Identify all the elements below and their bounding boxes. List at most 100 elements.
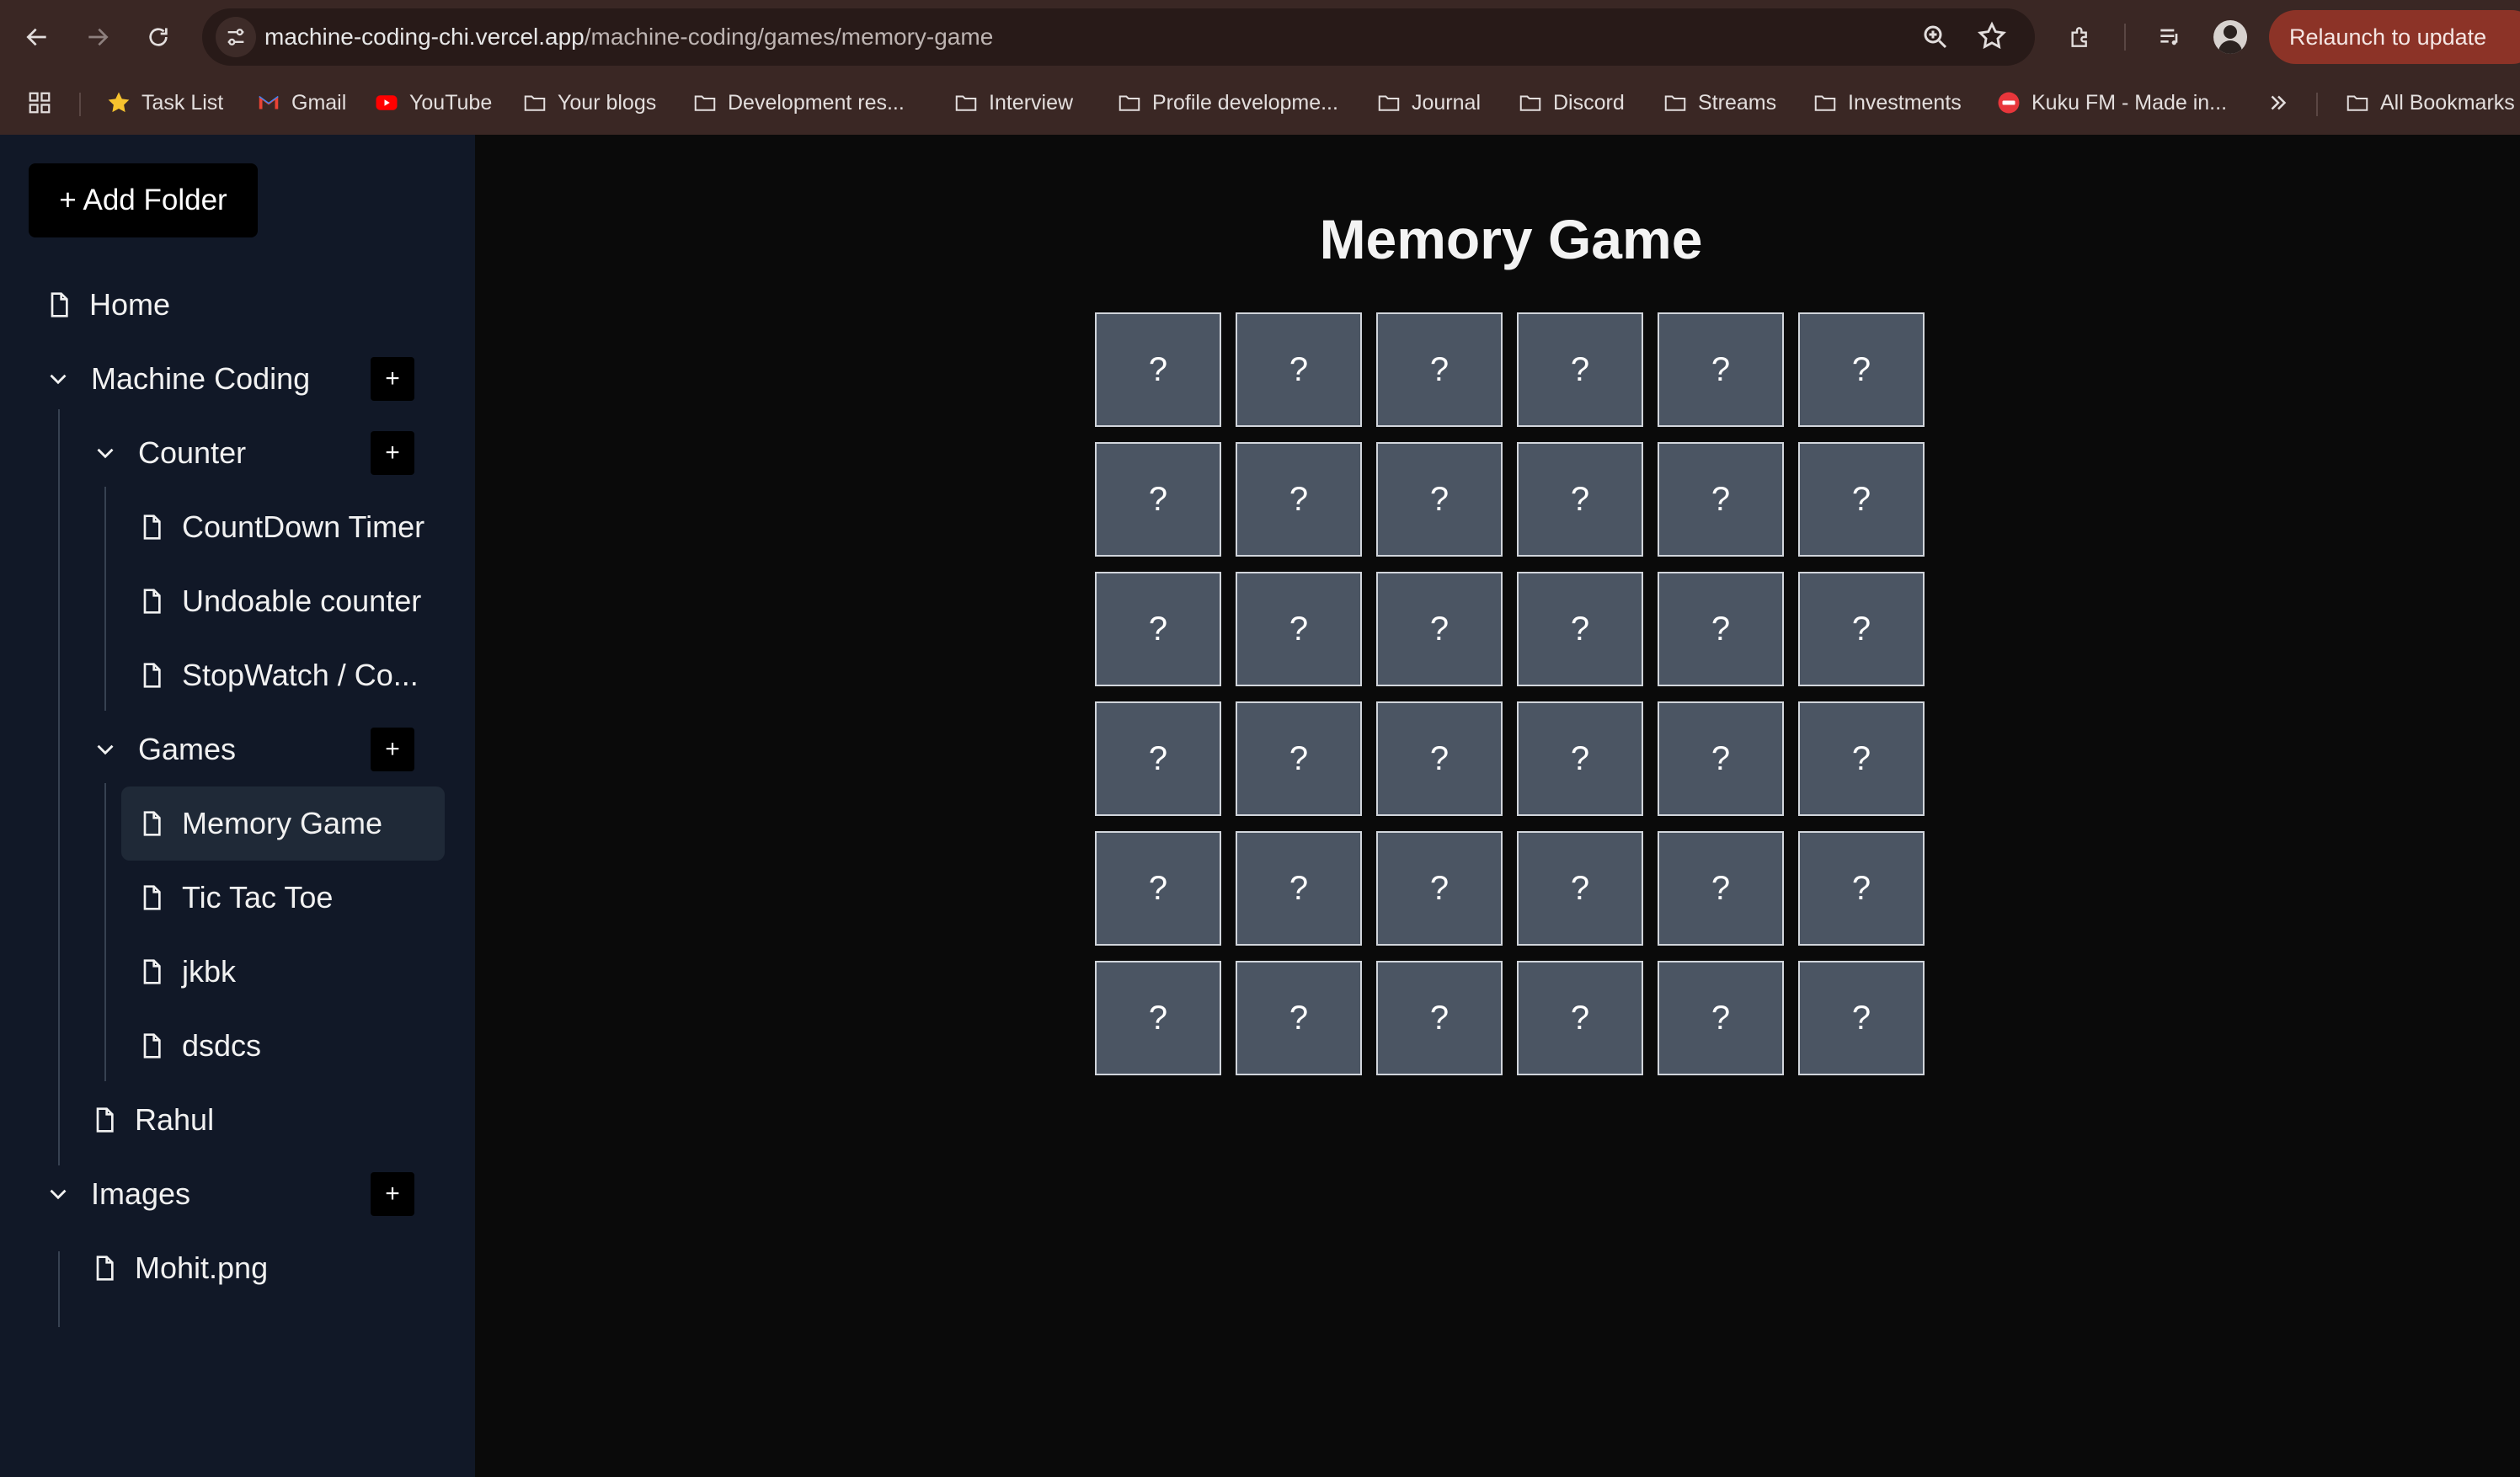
media-button[interactable] bbox=[2148, 15, 2192, 59]
bookmarks-separator bbox=[79, 93, 81, 116]
folder-icon bbox=[1664, 95, 1686, 111]
bookmark-youtube[interactable]: YouTube bbox=[374, 83, 492, 123]
file-icon bbox=[143, 663, 161, 688]
memory-card[interactable]: ? bbox=[1095, 312, 1221, 427]
kukufm-icon bbox=[1998, 92, 2020, 114]
sidebar-item-stopwatch[interactable]: StopWatch / Co... bbox=[138, 642, 424, 709]
memory-card[interactable]: ? bbox=[1658, 701, 1784, 816]
address-bar[interactable]: machine-coding-chi.vercel.app/machine-co… bbox=[202, 8, 2035, 66]
memory-card[interactable]: ? bbox=[1376, 442, 1503, 557]
bookmark-star-icon[interactable] bbox=[1976, 20, 2008, 52]
bookmark-investments[interactable]: Investments bbox=[1813, 83, 1962, 123]
memory-card[interactable]: ? bbox=[1658, 442, 1784, 557]
bookmark-discord[interactable]: Discord bbox=[1518, 83, 1625, 123]
memory-card[interactable]: ? bbox=[1236, 961, 1362, 1075]
memory-card[interactable]: ? bbox=[1517, 572, 1643, 686]
memory-card[interactable]: ? bbox=[1095, 831, 1221, 946]
back-button[interactable] bbox=[15, 15, 59, 59]
memory-card[interactable]: ? bbox=[1658, 831, 1784, 946]
sidebar-folder-counter[interactable]: Counter bbox=[91, 419, 246, 487]
memory-card[interactable]: ? bbox=[1658, 572, 1784, 686]
bookmark-task-list[interactable]: Task List bbox=[106, 83, 223, 123]
reload-button[interactable] bbox=[136, 15, 180, 59]
memory-card[interactable]: ? bbox=[1798, 831, 1925, 946]
avatar bbox=[2213, 20, 2247, 54]
memory-card[interactable]: ? bbox=[1095, 442, 1221, 557]
add-item-images-button[interactable]: + bbox=[371, 1172, 414, 1216]
sidebar-item-label: StopWatch / Co... bbox=[182, 658, 419, 692]
playlist-icon bbox=[2160, 29, 2178, 45]
memory-card[interactable]: ? bbox=[1376, 961, 1503, 1075]
sidebar-folder-games[interactable]: Games bbox=[91, 716, 236, 783]
memory-card[interactable]: ? bbox=[1236, 312, 1362, 427]
bookmark-label: Task List bbox=[141, 90, 224, 115]
bookmark-your-blogs[interactable]: Your blogs bbox=[522, 83, 656, 123]
double-chevron-right-icon bbox=[2271, 95, 2287, 110]
memory-card[interactable]: ? bbox=[1376, 831, 1503, 946]
folder-icon bbox=[1378, 95, 1400, 111]
extensions-button[interactable] bbox=[2058, 15, 2102, 59]
memory-card[interactable]: ? bbox=[1798, 312, 1925, 427]
sidebar-item-undoable-counter[interactable]: Undoable counter bbox=[138, 568, 421, 635]
more-bookmarks-button[interactable] bbox=[2266, 83, 2291, 123]
memory-card[interactable]: ? bbox=[1376, 572, 1503, 686]
folder-icon bbox=[955, 95, 977, 111]
bookmark-kuku-fm[interactable]: Kuku FM - Made in... bbox=[1996, 83, 2227, 123]
sidebar-folder-images[interactable]: Images bbox=[44, 1160, 190, 1228]
bookmarks-bar: Task List Gmail YouTube Your blogs Devel… bbox=[0, 77, 2520, 128]
url-text[interactable]: machine-coding-chi.vercel.app/machine-co… bbox=[264, 8, 993, 66]
memory-card[interactable]: ? bbox=[1236, 442, 1362, 557]
memory-card[interactable]: ? bbox=[1095, 961, 1221, 1075]
bookmark-journal[interactable]: Journal bbox=[1376, 83, 1481, 123]
memory-card[interactable]: ? bbox=[1517, 831, 1643, 946]
memory-card[interactable]: ? bbox=[1798, 572, 1925, 686]
memory-card[interactable]: ? bbox=[1095, 572, 1221, 686]
memory-card[interactable]: ? bbox=[1376, 312, 1503, 427]
memory-card[interactable]: ? bbox=[1376, 701, 1503, 816]
bookmark-development-resources[interactable]: Development res... bbox=[692, 83, 905, 123]
bookmark-interview[interactable]: Interview bbox=[953, 83, 1073, 123]
memory-card[interactable]: ? bbox=[1798, 961, 1925, 1075]
memory-card[interactable]: ? bbox=[1517, 312, 1643, 427]
sidebar-item-rahul[interactable]: Rahul bbox=[91, 1086, 214, 1154]
add-folder-button[interactable]: + Add Folder bbox=[29, 163, 258, 237]
add-item-games-button[interactable]: + bbox=[371, 728, 414, 771]
memory-card[interactable]: ? bbox=[1095, 701, 1221, 816]
memory-card[interactable]: ? bbox=[1658, 312, 1784, 427]
memory-card-grid: ???????????????????????????????????? bbox=[1095, 312, 1930, 1075]
apps-grid-icon bbox=[29, 92, 51, 114]
bookmark-streams[interactable]: Streams bbox=[1663, 83, 1776, 123]
zoom-icon[interactable] bbox=[1920, 22, 1951, 52]
forward-arrow-icon bbox=[88, 28, 109, 46]
relaunch-to-update-button[interactable]: Relaunch to update bbox=[2269, 10, 2520, 64]
add-item-counter-button[interactable]: + bbox=[371, 431, 414, 475]
memory-card[interactable]: ? bbox=[1236, 831, 1362, 946]
memory-card[interactable]: ? bbox=[1236, 572, 1362, 686]
site-info-icon[interactable] bbox=[216, 17, 256, 57]
memory-card[interactable]: ? bbox=[1798, 442, 1925, 557]
bookmark-gmail[interactable]: Gmail bbox=[256, 83, 346, 123]
sidebar-item-tic-tac-toe[interactable]: Tic Tac Toe bbox=[138, 864, 333, 931]
sidebar-folder-machine-coding[interactable]: Machine Coding bbox=[44, 345, 310, 413]
memory-card[interactable]: ? bbox=[1236, 701, 1362, 816]
bookmark-profile-development[interactable]: Profile developme... bbox=[1117, 83, 1338, 123]
memory-card[interactable]: ? bbox=[1517, 442, 1643, 557]
apps-button[interactable] bbox=[27, 83, 52, 123]
sidebar-item-label: Images bbox=[91, 1176, 191, 1211]
sidebar-item-jkbk[interactable]: jkbk bbox=[138, 938, 236, 1005]
bookmark-label: Gmail bbox=[291, 90, 347, 115]
all-bookmarks-button[interactable]: All Bookmarks bbox=[2345, 83, 2515, 123]
sidebar-item-home[interactable]: Home bbox=[45, 271, 170, 339]
memory-card[interactable]: ? bbox=[1798, 701, 1925, 816]
sidebar-item-memory-game[interactable]: Memory Game bbox=[121, 786, 445, 861]
sidebar-item-mohit-png[interactable]: Mohit.png bbox=[91, 1234, 268, 1302]
sidebar-item-dsdcs[interactable]: dsdcs bbox=[138, 1012, 261, 1080]
memory-card[interactable]: ? bbox=[1517, 961, 1643, 1075]
memory-card[interactable]: ? bbox=[1517, 701, 1643, 816]
profile-button[interactable] bbox=[2208, 15, 2252, 59]
sidebar-item-label: Games bbox=[138, 732, 237, 766]
sidebar-item-countdown-timer[interactable]: CountDown Timer bbox=[138, 493, 424, 561]
forward-button[interactable] bbox=[76, 15, 120, 59]
memory-card[interactable]: ? bbox=[1658, 961, 1784, 1075]
add-item-machine-coding-button[interactable]: + bbox=[371, 357, 414, 401]
